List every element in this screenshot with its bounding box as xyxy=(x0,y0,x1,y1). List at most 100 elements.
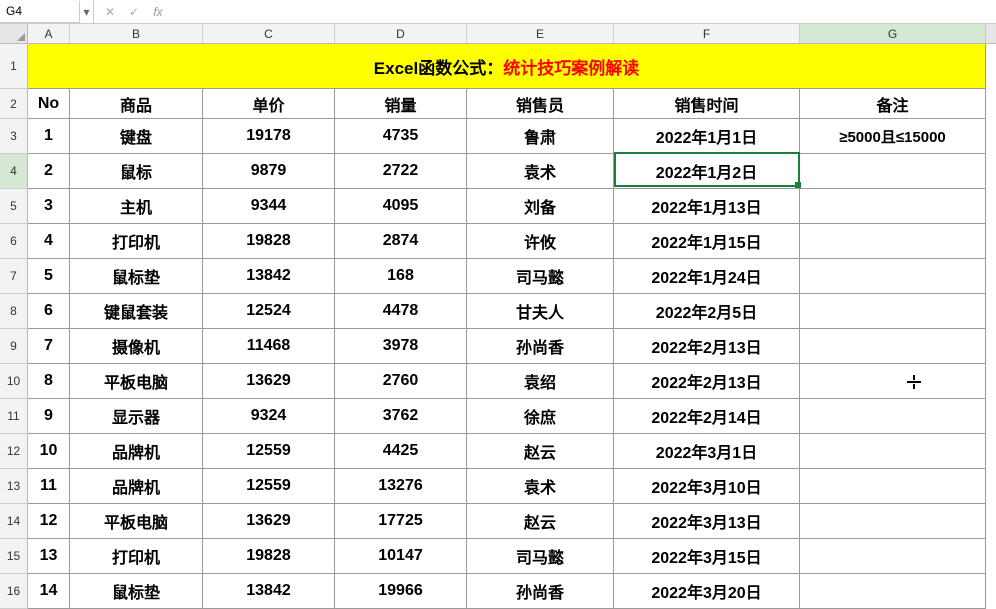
cell[interactable]: 9879 xyxy=(203,154,335,189)
row-header-9[interactable]: 9 xyxy=(0,329,28,364)
header-cell[interactable]: 商品 xyxy=(70,89,203,119)
cell[interactable]: 12524 xyxy=(203,294,335,329)
remark-cell[interactable] xyxy=(800,469,986,504)
remark-cell[interactable] xyxy=(800,329,986,364)
remark-cell[interactable] xyxy=(800,224,986,259)
col-header-A[interactable]: A xyxy=(28,24,70,43)
cell[interactable]: 4478 xyxy=(335,294,467,329)
cell[interactable]: 2022年3月13日 xyxy=(614,504,800,539)
header-cell[interactable]: 销售员 xyxy=(467,89,614,119)
cell[interactable]: 10 xyxy=(28,434,70,469)
cell[interactable]: 3762 xyxy=(335,399,467,434)
remark-cell[interactable] xyxy=(800,504,986,539)
cell[interactable]: 鼠标垫 xyxy=(70,574,203,609)
cell[interactable]: 168 xyxy=(335,259,467,294)
fx-icon[interactable]: fx xyxy=(150,5,166,19)
cell[interactable]: 11468 xyxy=(203,329,335,364)
cell[interactable]: 赵云 xyxy=(467,504,614,539)
cell[interactable]: 9 xyxy=(28,399,70,434)
cell[interactable]: 2022年2月14日 xyxy=(614,399,800,434)
row-header-3[interactable]: 3 xyxy=(0,119,28,154)
header-cell[interactable]: 销量 xyxy=(335,89,467,119)
cell[interactable]: 13 xyxy=(28,539,70,574)
cell[interactable]: 袁绍 xyxy=(467,364,614,399)
cell[interactable]: 袁术 xyxy=(467,469,614,504)
col-header-B[interactable]: B xyxy=(70,24,203,43)
row-header-16[interactable]: 16 xyxy=(0,574,28,609)
cell[interactable]: 许攸 xyxy=(467,224,614,259)
cell[interactable]: 主机 xyxy=(70,189,203,224)
row-header-4[interactable]: 4 xyxy=(0,154,28,189)
cells-area[interactable]: Excel函数公式：统计技巧案例解读No商品单价销量销售员销售时间备注1键盘19… xyxy=(28,44,996,609)
cell[interactable]: 9344 xyxy=(203,189,335,224)
cell[interactable]: 19178 xyxy=(203,119,335,154)
cell[interactable]: 2022年2月13日 xyxy=(614,329,800,364)
cell[interactable]: 2022年1月13日 xyxy=(614,189,800,224)
remark-cell[interactable] xyxy=(800,189,986,224)
header-cell[interactable]: 销售时间 xyxy=(614,89,800,119)
remark-cell[interactable] xyxy=(800,364,986,399)
cancel-icon[interactable]: ✕ xyxy=(102,5,118,19)
header-cell[interactable]: 备注 xyxy=(800,89,986,119)
remark-cell[interactable] xyxy=(800,294,986,329)
cell[interactable]: 摄像机 xyxy=(70,329,203,364)
formula-input[interactable] xyxy=(174,1,996,23)
cell[interactable]: 2874 xyxy=(335,224,467,259)
row-header-2[interactable]: 2 xyxy=(0,89,28,119)
confirm-icon[interactable]: ✓ xyxy=(126,5,142,19)
header-cell[interactable]: 单价 xyxy=(203,89,335,119)
cell[interactable]: 2022年1月1日 xyxy=(614,119,800,154)
cell[interactable]: 8 xyxy=(28,364,70,399)
cell[interactable]: 12 xyxy=(28,504,70,539)
cell[interactable]: 键鼠套装 xyxy=(70,294,203,329)
cell[interactable]: 13842 xyxy=(203,574,335,609)
cell[interactable]: 2022年2月13日 xyxy=(614,364,800,399)
col-header-F[interactable]: F xyxy=(614,24,800,43)
cell[interactable]: 2022年3月15日 xyxy=(614,539,800,574)
header-cell[interactable]: No xyxy=(28,89,70,119)
remark-cell[interactable] xyxy=(800,399,986,434)
cell[interactable]: 9324 xyxy=(203,399,335,434)
cell[interactable]: 7 xyxy=(28,329,70,364)
row-header-14[interactable]: 14 xyxy=(0,504,28,539)
cell[interactable]: 2022年1月15日 xyxy=(614,224,800,259)
cell[interactable]: 5 xyxy=(28,259,70,294)
name-box-dropdown-icon[interactable]: ▾ xyxy=(80,1,94,23)
remark-cell[interactable]: ≥5000且≤15000 xyxy=(800,119,986,154)
cell[interactable]: 品牌机 xyxy=(70,469,203,504)
cell[interactable]: 平板电脑 xyxy=(70,504,203,539)
row-header-11[interactable]: 11 xyxy=(0,399,28,434)
cell[interactable]: 孙尚香 xyxy=(467,574,614,609)
cell[interactable]: 鼠标垫 xyxy=(70,259,203,294)
row-header-12[interactable]: 12 xyxy=(0,434,28,469)
cell[interactable]: 孙尚香 xyxy=(467,329,614,364)
cell[interactable]: 鲁肃 xyxy=(467,119,614,154)
col-header-D[interactable]: D xyxy=(335,24,467,43)
remark-cell[interactable] xyxy=(800,539,986,574)
cell[interactable]: 12559 xyxy=(203,469,335,504)
cell[interactable]: 2 xyxy=(28,154,70,189)
cell[interactable]: 10147 xyxy=(335,539,467,574)
cell[interactable]: 2760 xyxy=(335,364,467,399)
cell[interactable]: 4735 xyxy=(335,119,467,154)
cell[interactable]: 17725 xyxy=(335,504,467,539)
cell[interactable]: 键盘 xyxy=(70,119,203,154)
cell[interactable]: 14 xyxy=(28,574,70,609)
cell[interactable]: 司马懿 xyxy=(467,539,614,574)
col-header-C[interactable]: C xyxy=(203,24,335,43)
cell[interactable]: 2022年2月5日 xyxy=(614,294,800,329)
cell[interactable]: 2022年1月24日 xyxy=(614,259,800,294)
cell[interactable]: 袁术 xyxy=(467,154,614,189)
cell[interactable]: 赵云 xyxy=(467,434,614,469)
cell[interactable]: 打印机 xyxy=(70,224,203,259)
cell[interactable]: 徐庶 xyxy=(467,399,614,434)
cell[interactable]: 4095 xyxy=(335,189,467,224)
cell[interactable]: 平板电脑 xyxy=(70,364,203,399)
cell[interactable]: 3 xyxy=(28,189,70,224)
row-header-1[interactable]: 1 xyxy=(0,44,28,89)
remark-cell[interactable] xyxy=(800,574,986,609)
cell[interactable]: 2022年1月2日 xyxy=(614,154,800,189)
cell[interactable]: 1 xyxy=(28,119,70,154)
cell[interactable]: 13842 xyxy=(203,259,335,294)
row-header-10[interactable]: 10 xyxy=(0,364,28,399)
